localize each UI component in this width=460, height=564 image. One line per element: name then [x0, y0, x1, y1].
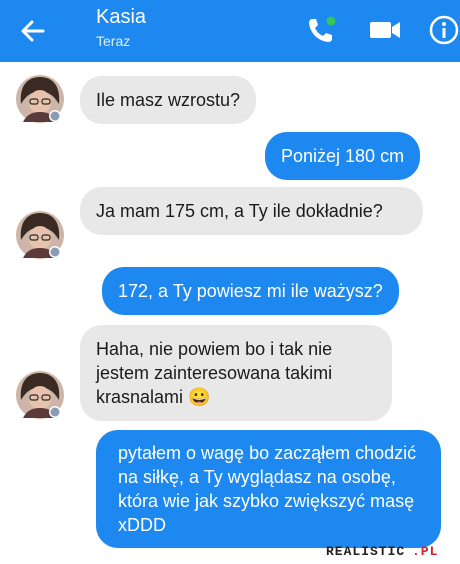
outgoing-message[interactable]: pytałem o wagę bo zacząłem chodzić na si…	[96, 430, 441, 548]
contact-status: Teraz	[96, 33, 131, 49]
message-text: Haha, nie powiem bo i tak nie jestem zai…	[96, 339, 333, 407]
svg-text:REALISTIC: REALISTIC	[326, 544, 405, 558]
watermark-logo: REALISTIC .PL	[326, 544, 438, 558]
contact-avatar[interactable]	[15, 210, 65, 260]
back-arrow-icon[interactable]	[18, 16, 48, 46]
incoming-message[interactable]: Haha, nie powiem bo i tak nie jestem zai…	[80, 325, 392, 421]
incoming-message[interactable]: Ja mam 175 cm, a Ty ile dokładnie?	[80, 187, 423, 235]
video-camera-icon[interactable]	[368, 15, 402, 45]
svg-text:.PL: .PL	[412, 544, 438, 558]
outgoing-message[interactable]: 172, a Ty powiesz mi ile ważysz?	[102, 267, 399, 315]
message-list[interactable]: Ile masz wzrostu? Poniżej 180 cm Ja mam …	[0, 62, 460, 564]
contact-avatar[interactable]	[15, 74, 65, 124]
message-text: Ile masz wzrostu?	[96, 90, 241, 110]
chat-header: Kasia Teraz	[0, 0, 460, 62]
message-text: Ja mam 175 cm, a Ty ile dokładnie?	[96, 201, 383, 221]
incoming-message[interactable]: Ile masz wzrostu?	[80, 76, 257, 124]
info-icon[interactable]	[428, 14, 460, 46]
message-text: pytałem o wagę bo zacząłem chodzić na si…	[118, 443, 417, 535]
outgoing-message[interactable]: Poniżej 180 cm	[265, 132, 421, 180]
message-text: 172, a Ty powiesz mi ile ważysz?	[118, 281, 383, 301]
message-text: Poniżej 180 cm	[281, 146, 405, 166]
phone-call-icon[interactable]	[304, 13, 338, 47]
contact-avatar[interactable]	[15, 370, 65, 420]
contact-name[interactable]: Kasia	[96, 5, 146, 29]
